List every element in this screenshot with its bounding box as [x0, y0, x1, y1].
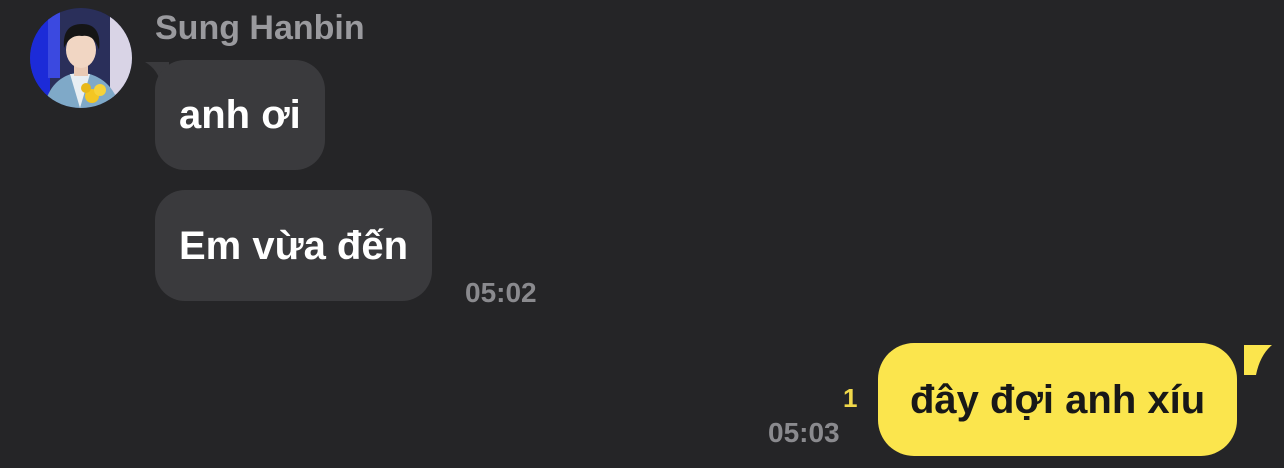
contact-avatar[interactable]	[30, 8, 132, 108]
message-text: anh ơi	[179, 93, 301, 137]
message-text: Em vừa đến	[179, 223, 409, 268]
message-text: đây đợi anh xíu	[910, 377, 1206, 422]
unread-count-badge: 1	[843, 383, 858, 413]
avatar-photo-icon	[30, 8, 132, 108]
chat-thread: Sung Hanbin anh ơi Em vừa đến 05:02 1 05…	[0, 0, 1284, 468]
outgoing-bubble-tail	[1244, 345, 1272, 375]
message-timestamp: 05:02	[465, 277, 537, 308]
incoming-message-bubble[interactable]: anh ơi	[155, 60, 325, 170]
outgoing-message-bubble[interactable]: đây đợi anh xíu	[878, 343, 1238, 456]
incoming-message-bubble[interactable]: Em vừa đến	[155, 190, 433, 301]
message-timestamp: 05:03	[768, 417, 840, 448]
sender-name: Sung Hanbin	[155, 9, 365, 47]
